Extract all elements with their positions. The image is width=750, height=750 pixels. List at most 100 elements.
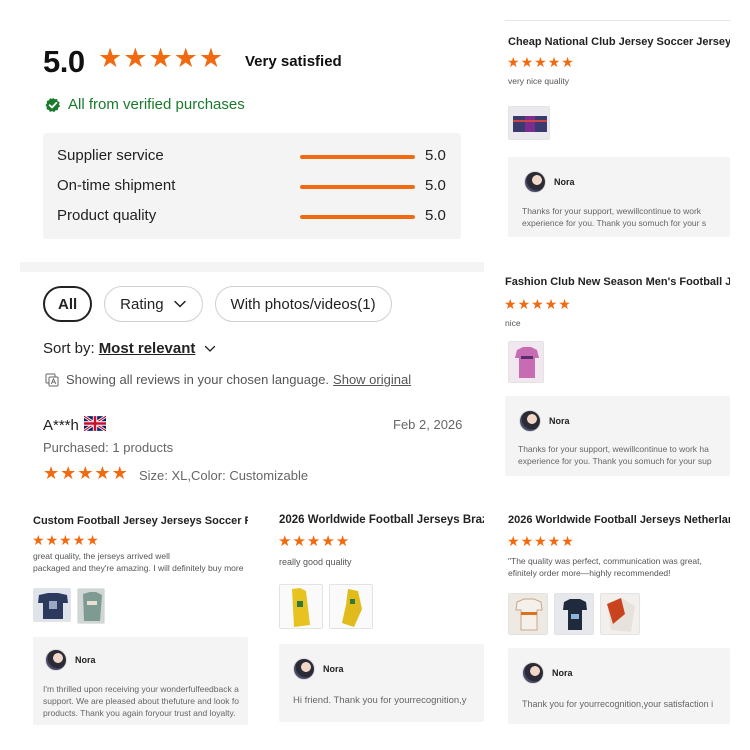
star-icon: ★	[504, 296, 517, 312]
jersey-photo-thumbnail	[509, 594, 547, 634]
reply-header: Nora	[522, 662, 573, 684]
star-icon: ★	[111, 463, 128, 483]
review-photo[interactable]	[508, 341, 544, 383]
language-note-text: Showing all reviews in your chosen langu…	[66, 372, 330, 387]
review-card[interactable]: Fashion Club New Season Men's Football J…	[502, 270, 730, 485]
reply-text-line: Hi friend. Thank you for yourrecognition…	[293, 695, 467, 706]
card-review-text: nice	[505, 318, 521, 328]
star-icon: ★	[520, 54, 534, 70]
uk-flag-icon	[83, 414, 107, 435]
star-icon: ★	[148, 43, 173, 73]
reviewer: A***h	[43, 414, 107, 435]
avatar	[519, 410, 541, 432]
show-original-link[interactable]: Show original	[333, 372, 411, 387]
filter-rating-label: Rating	[120, 295, 164, 313]
star-icon: ★	[94, 463, 111, 483]
translate-icon	[45, 373, 59, 386]
language-note: Showing all reviews in your chosen langu…	[45, 372, 411, 387]
chevron-down-icon	[205, 345, 216, 352]
avatar	[522, 662, 544, 684]
card-review-text: packaged and they're amazing. I will def…	[33, 563, 244, 573]
jersey-photo-thumbnail	[509, 342, 543, 382]
reply-header: Nora	[519, 410, 570, 432]
review-photo[interactable]	[508, 593, 548, 635]
review-photo[interactable]	[600, 593, 640, 635]
review-card[interactable]: Cheap National Club Jersey Soccer Jersey…	[505, 30, 730, 245]
metric-value: 5.0	[425, 177, 446, 194]
star-icon: ★	[72, 532, 86, 548]
reply-header: Nora	[293, 658, 344, 680]
card-product-title[interactable]: Custom Football Jersey Jerseys Soccer Re…	[33, 515, 248, 527]
metric-bar-fill	[300, 155, 415, 159]
review-photo[interactable]	[329, 584, 373, 629]
star-icon: ★	[45, 532, 59, 548]
reply-author: Nora	[554, 177, 575, 187]
card-product-title[interactable]: 2026 Worldwide Football Jerseys Brazi	[279, 514, 484, 526]
star-icon: ★	[77, 463, 94, 483]
metrics-panel: Supplier service 5.0 On-time shipment 5.…	[43, 133, 461, 239]
seller-reply: Nora Thank you for yourrecognition,your …	[508, 648, 730, 724]
reply-author: Nora	[323, 664, 344, 674]
star-icon: ★	[32, 532, 45, 548]
star-icon: ★	[507, 54, 520, 70]
review-photo[interactable]	[554, 593, 594, 635]
metric-supplier-service: Supplier service 5.0	[57, 147, 447, 167]
star-icon: ★	[544, 296, 558, 312]
card-photos	[508, 106, 550, 140]
card-product-title[interactable]: Cheap National Club Jersey Soccer Jersey…	[508, 36, 730, 48]
verified-purchases-note: All from verified purchases	[45, 96, 245, 113]
card-review-text: "The quality was perfect, communication …	[508, 556, 702, 566]
reply-author: Nora	[552, 668, 573, 678]
right-divider	[505, 20, 730, 21]
review-card[interactable]: 2026 Worldwide Football Jerseys Brazi ★★…	[276, 508, 484, 730]
reply-author: Nora	[549, 416, 570, 426]
star-icon: ★	[547, 54, 561, 70]
section-divider	[20, 262, 484, 272]
star-icon: ★	[59, 532, 72, 548]
card-stars: ★★★★★	[507, 54, 575, 72]
avatar	[524, 171, 546, 193]
review-photo[interactable]	[508, 106, 550, 140]
review-photo[interactable]	[33, 588, 71, 622]
star-icon: ★	[561, 533, 574, 549]
avatar	[293, 658, 315, 680]
seller-reply: Nora I'm thrilled upon receiving your wo…	[33, 637, 248, 725]
card-review-text: great quality, the jerseys arrived well	[33, 551, 170, 561]
reply-header: Nora	[524, 171, 575, 193]
sort-value[interactable]: Most relevant	[99, 340, 196, 357]
filter-photos-button[interactable]: With photos/videos(1)	[214, 286, 392, 322]
filter-all-button[interactable]: All	[43, 286, 93, 322]
avatar	[45, 649, 67, 671]
card-photos	[279, 584, 373, 629]
card-product-title[interactable]: 2026 Worldwide Football Jerseys Netherla…	[508, 514, 730, 526]
star-icon: ★	[173, 43, 198, 73]
overall-score: 5.0	[43, 44, 85, 79]
review-card[interactable]: Custom Football Jersey Jerseys Soccer Re…	[30, 508, 248, 730]
card-product-title[interactable]: Fashion Club New Season Men's Football J…	[505, 276, 730, 288]
card-review-text: very nice quality	[508, 76, 569, 86]
review-photo[interactable]	[279, 584, 323, 629]
star-icon: ★	[534, 533, 547, 549]
sort-selector[interactable]: Sort by: Most relevant	[43, 340, 216, 357]
star-icon: ★	[561, 54, 574, 70]
reply-author: Nora	[75, 655, 96, 665]
jersey-photo-thumbnail	[78, 589, 104, 623]
star-icon: ★	[86, 532, 99, 548]
metric-on-time-shipment: On-time shipment 5.0	[57, 177, 447, 197]
card-photos	[508, 593, 640, 635]
review-card[interactable]: 2026 Worldwide Football Jerseys Netherla…	[505, 508, 730, 730]
star-icon: ★	[123, 43, 148, 73]
reply-text-line: Thanks for your support, wewillcontinue …	[518, 444, 709, 454]
seller-reply: Nora Thanks for your support, wewillcont…	[508, 157, 730, 237]
metric-bar	[300, 215, 415, 219]
review-filters: All Rating With photos/videos(1)	[43, 286, 392, 322]
review-photo[interactable]	[77, 588, 105, 624]
star-icon: ★	[292, 533, 306, 550]
metric-bar	[300, 185, 415, 189]
card-stars: ★★★★★	[278, 533, 350, 551]
review-stars: ★★★★★	[43, 464, 129, 484]
card-stars: ★★★★★	[507, 533, 575, 551]
jersey-photo-thumbnail	[555, 594, 593, 634]
filter-rating-dropdown[interactable]: Rating	[104, 286, 203, 322]
card-review-text: really good quality	[279, 557, 352, 567]
